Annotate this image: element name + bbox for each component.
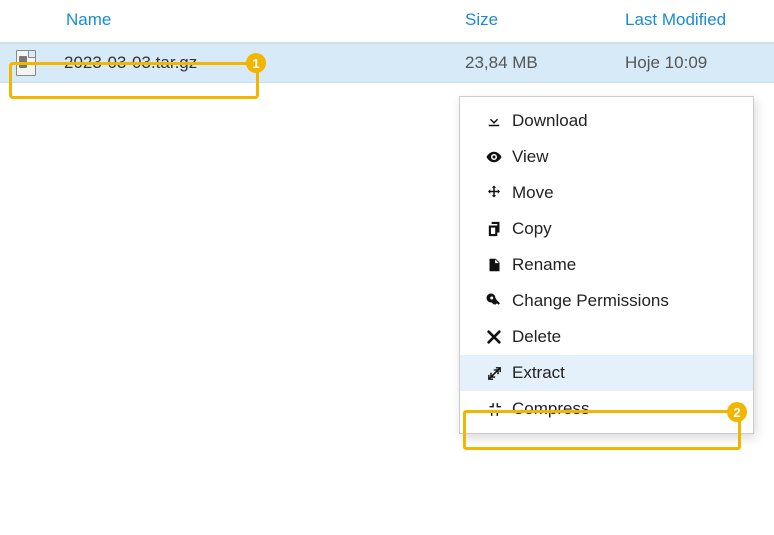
file-size: 23,84 MB: [465, 53, 625, 73]
menu-label: Copy: [512, 219, 552, 239]
menu-delete[interactable]: Delete: [460, 319, 753, 355]
menu-download[interactable]: Download: [460, 103, 753, 139]
menu-label: View: [512, 147, 549, 167]
menu-extract[interactable]: Extract: [460, 355, 753, 391]
download-icon: [482, 112, 506, 130]
menu-view[interactable]: View: [460, 139, 753, 175]
table-row[interactable]: 2023-03-03.tar.gz 23,84 MB Hoje 10:09: [0, 43, 774, 83]
menu-permissions[interactable]: Change Permissions: [460, 283, 753, 319]
file-modified: Hoje 10:09: [625, 53, 774, 73]
move-icon: [482, 184, 506, 202]
copy-icon: [482, 220, 506, 238]
key-icon: [482, 292, 506, 310]
menu-rename[interactable]: Rename: [460, 247, 753, 283]
header-size[interactable]: Size: [465, 10, 625, 30]
menu-move[interactable]: Move: [460, 175, 753, 211]
menu-compress[interactable]: Compress: [460, 391, 753, 427]
eye-icon: [482, 148, 506, 166]
close-icon: [482, 329, 506, 345]
menu-label: Compress: [512, 399, 589, 419]
file-icon: [482, 256, 506, 274]
menu-label: Delete: [512, 327, 561, 347]
menu-label: Extract: [512, 363, 565, 383]
menu-copy[interactable]: Copy: [460, 211, 753, 247]
archive-file-icon: [16, 50, 36, 76]
file-table: Name Size Last Modified 2023-03-03.tar.g…: [0, 0, 774, 83]
expand-icon: [482, 365, 506, 382]
menu-label: Change Permissions: [512, 291, 669, 311]
menu-label: Move: [512, 183, 554, 203]
header-modified[interactable]: Last Modified: [625, 10, 774, 30]
context-menu: Download View Move Copy Rename Change Pe…: [459, 96, 754, 434]
compress-icon: [482, 401, 506, 418]
file-name: 2023-03-03.tar.gz: [64, 53, 197, 73]
file-name-cell[interactable]: 2023-03-03.tar.gz: [0, 50, 465, 76]
menu-label: Rename: [512, 255, 576, 275]
menu-label: Download: [512, 111, 588, 131]
table-header: Name Size Last Modified: [0, 0, 774, 43]
header-name[interactable]: Name: [0, 10, 465, 30]
